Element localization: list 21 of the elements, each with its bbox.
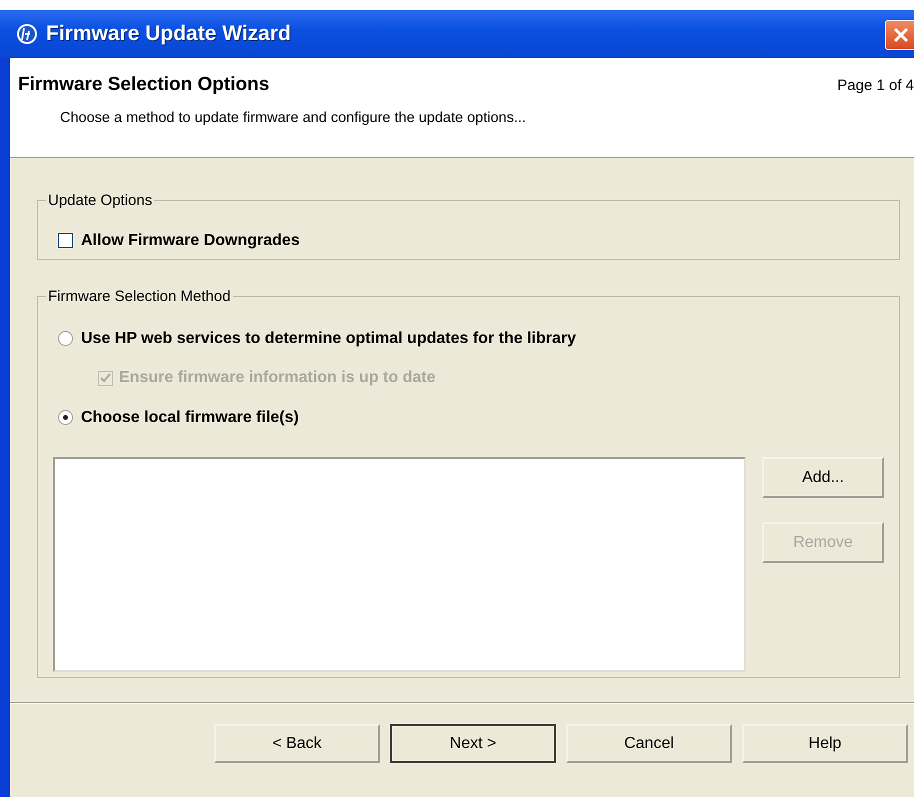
radio-button[interactable] bbox=[58, 331, 73, 346]
radio-label: Choose local firmware file(s) bbox=[81, 408, 299, 426]
close-icon bbox=[892, 26, 910, 44]
wizard-button[interactable]: Next > bbox=[390, 724, 556, 763]
page-heading: Firmware Selection Options bbox=[18, 74, 270, 96]
radio-button[interactable] bbox=[58, 410, 73, 425]
wizard-button[interactable]: Cancel bbox=[566, 724, 732, 763]
checkbox-label: Allow Firmware Downgrades bbox=[81, 232, 300, 250]
close-button[interactable] bbox=[885, 20, 914, 50]
logo-icon bbox=[16, 23, 38, 45]
radio-label: Use HP web services to determine optimal updates for the library bbox=[81, 330, 576, 348]
group-title: Update Options bbox=[47, 192, 154, 209]
checkbox[interactable] bbox=[58, 233, 73, 248]
wizard-button[interactable]: < Back bbox=[214, 724, 380, 763]
window-title: Firmware Update Wizard bbox=[46, 22, 291, 46]
add-button[interactable]: Add... bbox=[762, 457, 884, 498]
checkbox-label: Ensure firmware information is up to date bbox=[119, 369, 436, 387]
page-description: Choose a method to update firmware and configure the update options... bbox=[60, 110, 526, 126]
wizard-button[interactable]: Help bbox=[742, 724, 908, 763]
page-counter: Page 1 of 4 bbox=[837, 77, 914, 94]
group-title: Firmware Selection Method bbox=[47, 288, 232, 305]
